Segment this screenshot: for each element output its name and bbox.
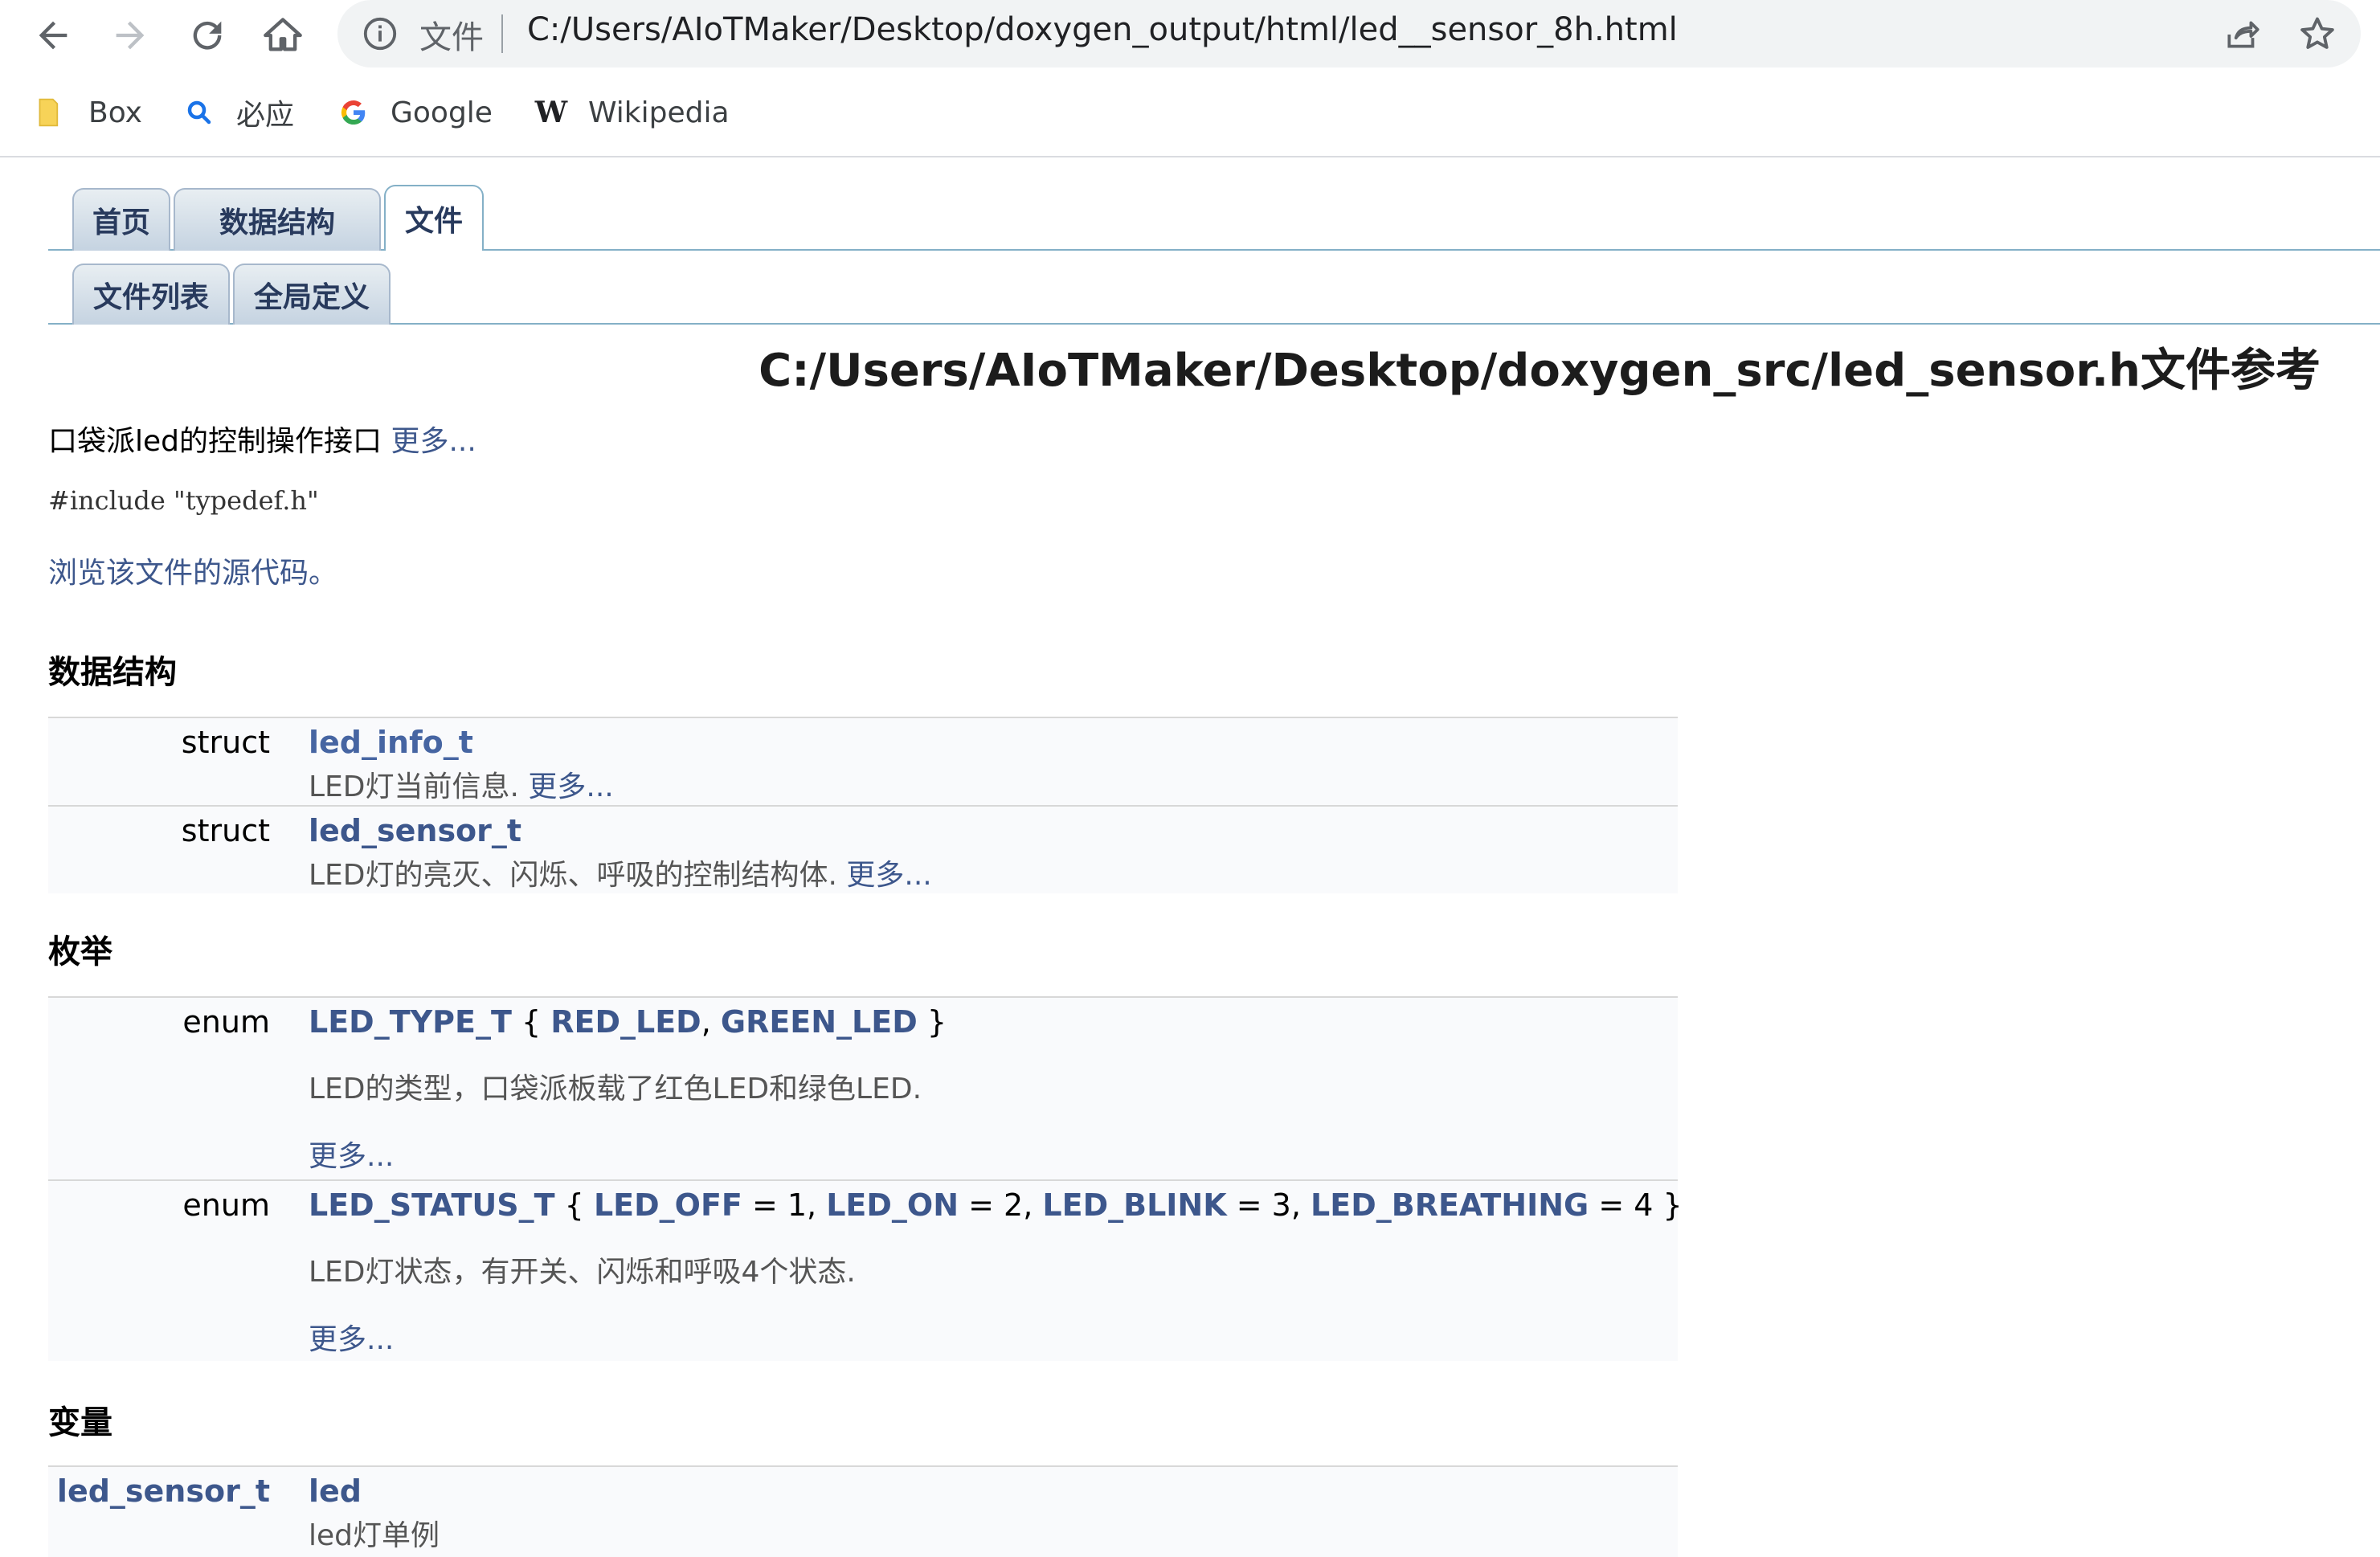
bookmarks-bar: Box 必应 Google W Wikipedia — [0, 80, 2380, 145]
home-button[interactable] — [256, 8, 310, 63]
reload-button[interactable] — [180, 8, 235, 63]
member-desc: LED灯状态，有开关、闪烁和呼吸4个状态. — [309, 1256, 856, 1289]
section-heading-variables: 变量 — [48, 1404, 112, 1441]
table-row: enum LED_TYPE_T { RED_LED, GREEN_LED } L… — [48, 996, 1678, 1179]
star-icon[interactable] — [2296, 13, 2338, 55]
member-kind: struct — [181, 813, 270, 848]
enum-value-link[interactable]: LED_ON — [826, 1187, 959, 1223]
bookmark-google[interactable]: Google — [337, 90, 493, 135]
table-row: enum LED_STATUS_T { LED_OFF = 1, LED_ON … — [48, 1179, 1683, 1361]
table-row: struct led_info_t LED灯当前信息. 更多... — [48, 717, 1678, 805]
member-desc: LED灯当前信息. 更多... — [309, 763, 614, 805]
variable-name-link[interactable]: led — [309, 1473, 362, 1509]
enum-value-link[interactable]: GREEN_LED — [721, 1004, 918, 1040]
enum-name-link[interactable]: LED_TYPE_T — [309, 1004, 512, 1040]
main-tabs: 首页 数据结构 文件 — [48, 183, 2380, 251]
brace: { — [554, 1187, 594, 1223]
file-brief: 口袋派led的控制操作接口 更多... — [48, 418, 476, 460]
enum-assign: = 3, — [1226, 1187, 1311, 1223]
wikipedia-icon: W — [534, 96, 568, 129]
tab-data-structures[interactable]: 数据结构 — [174, 188, 381, 251]
data-structures-table: struct led_info_t LED灯当前信息. 更多... struct… — [48, 717, 1678, 893]
include-line: #include "typedef.h" — [48, 485, 319, 516]
tab-label: 全局定义 — [253, 281, 370, 314]
url-scheme-label: 文件 — [419, 19, 484, 56]
enum-value-link[interactable]: LED_OFF — [594, 1187, 742, 1223]
member-desc: LED灯的亮灭、闪烁、呼吸的控制结构体. 更多... — [309, 852, 932, 893]
url-text[interactable]: C:/Users/AIoTMaker/Desktop/doxygen_outpu… — [527, 11, 1678, 48]
brief-text: 口袋派led的控制操作接口 — [48, 425, 382, 458]
enum-assign: = 1, — [742, 1187, 827, 1223]
divider — [501, 14, 503, 53]
browser-chrome: 文件 C:/Users/AIoTMaker/Desktop/doxygen_ou… — [0, 0, 2380, 157]
enum-signature: LED_STATUS_T { LED_OFF = 1, LED_ON = 2, … — [309, 1187, 1683, 1223]
desc-text: LED灯的亮灭、闪烁、呼吸的控制结构体. — [309, 859, 837, 892]
member-kind: struct — [181, 725, 270, 760]
share-icon[interactable] — [2223, 14, 2263, 55]
back-icon — [39, 21, 67, 50]
tab-label: 数据结构 — [219, 206, 335, 239]
enums-table: enum LED_TYPE_T { RED_LED, GREEN_LED } L… — [48, 996, 1683, 1361]
enum-value-link[interactable]: LED_BREATHING — [1311, 1187, 1589, 1223]
page-title: C:/Users/AIoTMaker/Desktop/doxygen_src/l… — [759, 345, 2321, 397]
member-desc: LED的类型，口袋派板载了红色LED和绿色LED. — [309, 1073, 922, 1105]
enum-signature: LED_TYPE_T { RED_LED, GREEN_LED } — [309, 1004, 947, 1040]
member-kind: enum — [182, 1004, 270, 1040]
brace: } — [1653, 1187, 1683, 1223]
enum-assign: = 4 — [1589, 1187, 1654, 1223]
folder-icon — [35, 96, 67, 129]
more-link[interactable]: 更多... — [528, 770, 613, 803]
more-link[interactable]: 更多... — [391, 425, 476, 458]
tab-label: 文件 — [404, 205, 463, 238]
tab-home[interactable]: 首页 — [72, 188, 170, 251]
more-link[interactable]: 更多... — [309, 1316, 394, 1358]
table-row: struct led_sensor_t LED灯的亮灭、闪烁、呼吸的控制结构体.… — [48, 805, 1678, 893]
tab-label: 文件列表 — [92, 281, 209, 314]
tab-globals[interactable]: 全局定义 — [233, 264, 391, 325]
brace: { — [511, 1004, 551, 1040]
variables-table: led_sensor_t led led灯单例 — [48, 1465, 1678, 1557]
bookmark-box[interactable]: Box — [35, 90, 142, 135]
info-icon[interactable] — [362, 15, 399, 52]
forward-icon — [116, 21, 145, 50]
home-icon — [264, 18, 302, 51]
enum-value-link[interactable]: RED_LED — [550, 1004, 701, 1040]
google-icon — [337, 96, 370, 129]
section-heading-data-structures: 数据结构 — [48, 654, 177, 691]
back-button[interactable] — [26, 8, 80, 63]
bookmark-label: Google — [391, 96, 493, 129]
member-name-link[interactable]: led_sensor_t — [309, 813, 521, 848]
tab-files[interactable]: 文件 — [384, 185, 484, 251]
section-heading-enums: 枚举 — [48, 934, 112, 971]
address-bar[interactable]: 文件 C:/Users/AIoTMaker/Desktop/doxygen_ou… — [337, 0, 2361, 67]
sub-tabs: 文件列表 全局定义 — [48, 259, 2380, 325]
bookmark-label: Wikipedia — [588, 96, 730, 129]
variable-type-link[interactable]: led_sensor_t — [57, 1473, 270, 1509]
enum-value-link[interactable]: LED_BLINK — [1042, 1187, 1226, 1223]
member-kind: enum — [182, 1187, 270, 1223]
more-link[interactable]: 更多... — [846, 859, 931, 892]
tab-file-list[interactable]: 文件列表 — [72, 264, 230, 325]
member-name-link[interactable]: led_info_t — [309, 725, 473, 760]
forward-button[interactable] — [103, 8, 157, 63]
enum-assign: = 2, — [959, 1187, 1043, 1223]
brace: } — [917, 1004, 947, 1040]
member-desc: led灯单例 — [309, 1519, 440, 1552]
desc-text: LED灯当前信息. — [309, 770, 519, 803]
source-link[interactable]: 浏览该文件的源代码。 — [48, 550, 337, 591]
search-icon — [183, 96, 215, 129]
enum-name-link[interactable]: LED_STATUS_T — [309, 1187, 555, 1223]
table-row: led_sensor_t led led灯单例 — [48, 1465, 1678, 1557]
bookmark-label: 必应 — [236, 99, 295, 132]
comma: , — [701, 1004, 721, 1040]
tab-label: 首页 — [92, 206, 150, 239]
bookmark-label: Box — [88, 96, 142, 129]
bookmark-bing[interactable]: 必应 — [183, 90, 294, 135]
bookmark-wikipedia[interactable]: W Wikipedia — [535, 90, 730, 135]
more-link[interactable]: 更多... — [309, 1133, 394, 1175]
reload-icon — [193, 21, 222, 50]
